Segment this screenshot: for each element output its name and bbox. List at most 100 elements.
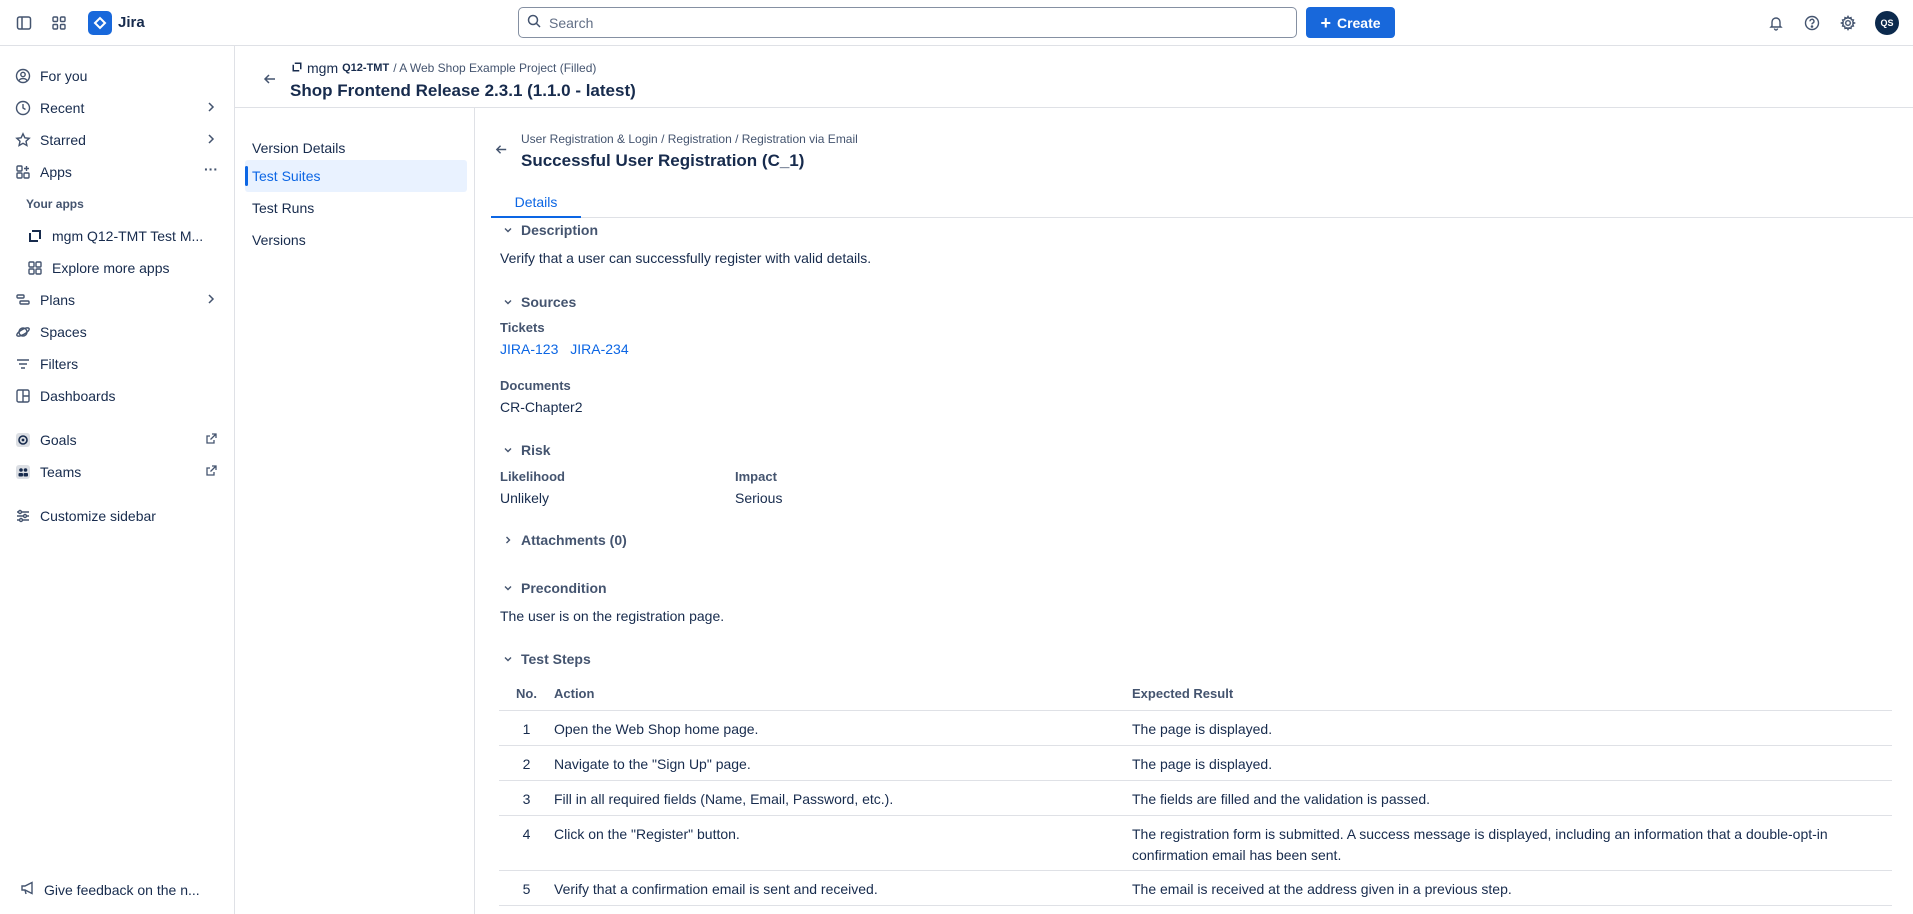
step-expected: The registration form is submitted. A su… — [1132, 815, 1892, 871]
tab-bar: Details — [491, 188, 1913, 218]
sidebar-item-goals[interactable]: Goals — [14, 426, 222, 454]
sidebar-item-mgm-app[interactable]: mgm Q12-TMT Test M... — [26, 222, 222, 250]
section-description-toggle[interactable]: Description — [501, 222, 598, 238]
sidebar-item-spaces[interactable]: Spaces — [14, 318, 222, 346]
section-heading: Sources — [521, 294, 577, 310]
nav-versions[interactable]: Versions — [245, 224, 467, 256]
help-icon[interactable] — [1802, 13, 1822, 33]
sidebar-item-apps[interactable]: Apps ··· — [14, 158, 222, 186]
section-test-steps-toggle[interactable]: Test Steps — [501, 651, 591, 667]
sidebar-item-recent[interactable]: Recent — [14, 94, 222, 122]
sidebar-item-for-you[interactable]: For you — [14, 62, 222, 90]
project-key[interactable]: Q12-TMT — [342, 62, 389, 74]
section-heading: Test Steps — [521, 651, 591, 667]
likelihood-value: Unlikely — [500, 490, 550, 506]
documents-label: Documents — [500, 378, 571, 393]
external-link-icon — [205, 464, 218, 480]
sidebar-item-label: Starred — [40, 132, 86, 148]
section-heading: Risk — [521, 442, 551, 458]
back-arrow-icon[interactable] — [494, 142, 509, 160]
test-case-breadcrumb[interactable]: User Registration & Login / Registration… — [521, 132, 858, 146]
plans-icon — [14, 291, 32, 309]
section-sources-toggle[interactable]: Sources — [501, 294, 576, 310]
star-icon — [14, 131, 32, 149]
feedback-link[interactable]: Give feedback on the n... — [20, 880, 200, 899]
column-header-expected: Expected Result — [1132, 678, 1892, 711]
step-expected: The page is displayed. — [1132, 745, 1892, 781]
tickets-list: JIRA-123 JIRA-234 — [500, 341, 637, 357]
create-button[interactable]: + Create — [1306, 7, 1395, 38]
ticket-link[interactable]: JIRA-123 — [500, 341, 558, 357]
sidebar-item-explore-apps[interactable]: Explore more apps — [26, 254, 222, 282]
sidebar-item-plans[interactable]: Plans — [14, 286, 222, 314]
chevron-down-icon — [501, 443, 515, 457]
project-name[interactable]: / A Web Shop Example Project (Filled) — [393, 61, 596, 75]
chevron-right-icon[interactable] — [204, 132, 218, 149]
step-expected: The page is displayed. — [1132, 710, 1892, 746]
sidebar-item-label: Dashboards — [40, 388, 116, 404]
test-steps-table: No. Action Expected Result 1 Open the We… — [499, 678, 1892, 906]
step-number: 4 — [499, 815, 554, 871]
nav-test-suites[interactable]: Test Suites — [245, 160, 467, 192]
notifications-icon[interactable] — [1766, 13, 1786, 33]
back-arrow-icon[interactable] — [262, 71, 278, 90]
table-row[interactable]: 5 Verify that a confirmation email is se… — [499, 870, 1892, 906]
chevron-down-icon — [501, 581, 515, 595]
sidebar-item-label: Explore more apps — [52, 260, 170, 276]
planet-icon — [14, 323, 32, 341]
sidebar-toggle-icon[interactable] — [14, 13, 34, 33]
section-risk-toggle[interactable]: Risk — [501, 442, 551, 458]
section-attachments-toggle[interactable]: Attachments (0) — [501, 532, 627, 548]
column-header-action: Action — [554, 678, 1132, 711]
chevron-right-icon[interactable] — [204, 100, 218, 117]
user-circle-icon — [14, 67, 32, 85]
sidebar-item-filters[interactable]: Filters — [14, 350, 222, 378]
search-icon — [527, 14, 541, 31]
app-switcher-icon[interactable] — [49, 13, 69, 33]
test-case-title: Successful User Registration (C_1) — [521, 151, 805, 170]
section-heading: Precondition — [521, 580, 607, 596]
table-header-row: No. Action Expected Result — [499, 678, 1892, 711]
search-input[interactable] — [549, 14, 1249, 31]
sidebar-item-dashboards[interactable]: Dashboards — [14, 382, 222, 410]
table-row[interactable]: 4 Click on the "Register" button. The re… — [499, 815, 1892, 871]
apps-grid-icon — [26, 259, 44, 277]
step-number: 1 — [499, 710, 554, 746]
sidebar-item-label: Recent — [40, 100, 85, 116]
sidebar-item-label: mgm Q12-TMT Test M... — [52, 228, 204, 244]
step-action: Verify that a confirmation email is sent… — [554, 870, 1132, 906]
table-row[interactable]: 1 Open the Web Shop home page. The page … — [499, 710, 1892, 746]
sidebar-item-starred[interactable]: Starred — [14, 126, 222, 154]
nav-test-runs[interactable]: Test Runs — [245, 192, 467, 224]
megaphone-icon — [20, 880, 36, 899]
chevron-down-icon — [501, 652, 515, 666]
sidebar-item-teams[interactable]: Teams — [14, 458, 222, 486]
chevron-right-icon[interactable] — [204, 292, 218, 309]
filter-icon — [14, 355, 32, 373]
sidebar-item-label: Plans — [40, 292, 76, 308]
user-avatar[interactable]: QS — [1875, 11, 1899, 35]
step-number: 3 — [499, 780, 554, 816]
tickets-label: Tickets — [500, 320, 545, 335]
table-row[interactable]: 3 Fill in all required fields (Name, Ema… — [499, 780, 1892, 816]
teams-icon — [14, 463, 32, 481]
jira-logo-icon[interactable] — [88, 11, 112, 35]
app-name[interactable]: Jira — [118, 14, 145, 31]
impact-value: Serious — [735, 490, 783, 506]
sidebar-item-label: Customize sidebar — [40, 508, 156, 524]
customize-icon — [14, 507, 32, 525]
sidebar-item-label: Spaces — [40, 324, 87, 340]
step-action: Click on the "Register" button. — [554, 815, 1132, 871]
impact-label: Impact — [735, 469, 777, 484]
tab-details[interactable]: Details — [491, 188, 581, 218]
precondition-text: The user is on the registration page. — [500, 608, 725, 624]
ticket-link[interactable]: JIRA-234 — [570, 341, 628, 357]
table-row[interactable]: 2 Navigate to the "Sign Up" page. The pa… — [499, 745, 1892, 781]
create-label: Create — [1336, 14, 1381, 31]
step-expected: The email is received at the address giv… — [1132, 870, 1892, 906]
sidebar-item-customize[interactable]: Customize sidebar — [14, 502, 222, 530]
more-options-icon[interactable]: ··· — [204, 161, 218, 177]
section-precondition-toggle[interactable]: Precondition — [501, 580, 607, 596]
search-box[interactable] — [518, 7, 1297, 38]
settings-gear-icon[interactable] — [1838, 13, 1858, 33]
